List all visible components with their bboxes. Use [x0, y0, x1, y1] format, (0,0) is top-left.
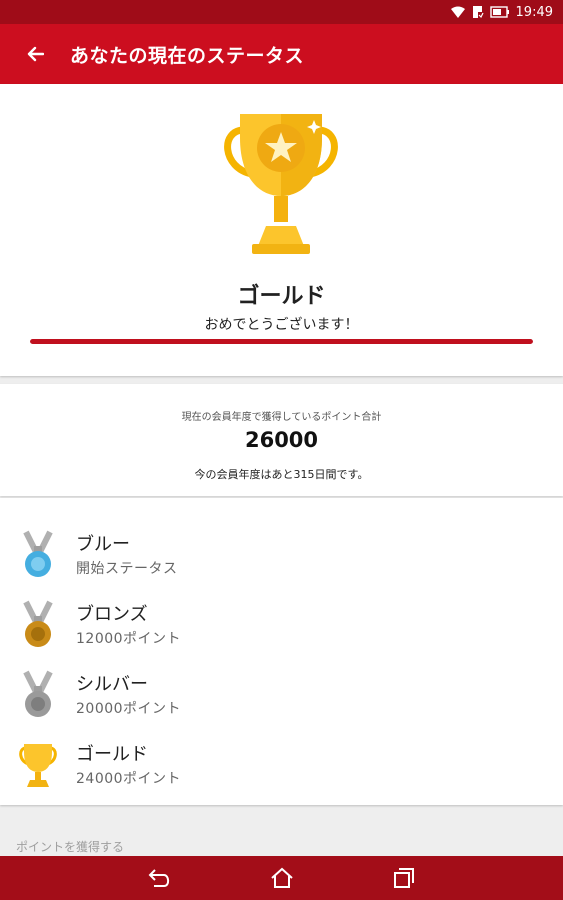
blue-medal-icon — [23, 530, 53, 577]
nav-back-button[interactable] — [145, 863, 175, 893]
list-item: ゴールド 24000ポイント — [0, 728, 563, 798]
bronze-medal-icon — [23, 600, 53, 647]
app-bar: あなたの現在のステータス — [0, 24, 563, 84]
nav-home-button[interactable] — [267, 863, 297, 893]
level-name: シルバー — [76, 674, 148, 695]
page-title: あなたの現在のステータス — [70, 44, 305, 67]
status-bar: 19:49 — [0, 0, 563, 24]
points-summary-card: 現在の会員年度で獲得しているポイント合計 26000 今の会員年度はあと315日… — [0, 384, 563, 496]
status-progress-fill — [30, 339, 533, 344]
earn-points-heading: ポイントを獲得する — [16, 840, 125, 854]
list-item: ブルー 開始ステータス — [0, 518, 563, 588]
congratulations-text: おめでとうございます！ — [204, 317, 359, 333]
back-button[interactable] — [0, 24, 70, 84]
nav-recents-button[interactable] — [389, 863, 419, 893]
level-requirement: 20000ポイント — [76, 701, 182, 717]
days-remaining-text: 今の会員年度はあと315日間です。 — [194, 468, 369, 481]
level-requirement: 開始ステータス — [76, 561, 178, 577]
system-nav-bar — [0, 856, 563, 900]
level-name: ブロンズ — [76, 604, 148, 625]
back-arrow-icon — [27, 46, 44, 62]
points-total: 26000 — [244, 428, 319, 452]
gold-trophy-icon — [19, 744, 57, 787]
notification-icon — [472, 5, 484, 19]
level-requirement: 24000ポイント — [76, 771, 182, 787]
back-icon — [148, 869, 169, 887]
clock: 19:49 — [515, 4, 553, 20]
level-requirement: 12000ポイント — [76, 631, 182, 647]
points-caption: 現在の会員年度で獲得しているポイント合計 — [181, 412, 382, 423]
level-name: ゴールド — [76, 744, 148, 765]
gold-trophy-icon — [224, 114, 338, 254]
current-level-name: ゴールド — [237, 284, 326, 309]
list-item: シルバー 20000ポイント — [0, 658, 563, 728]
levels-list: ブルー 開始ステータス ブロンズ 12000ポイント シルバー 20000ポイン… — [0, 498, 563, 805]
status-progress-bar — [30, 339, 533, 344]
recents-icon — [393, 868, 414, 888]
list-item: ブロンズ 12000ポイント — [0, 588, 563, 658]
silver-medal-icon — [23, 670, 53, 717]
level-name: ブルー — [76, 534, 130, 555]
current-status-card: ゴールド おめでとうございます！ — [0, 84, 563, 376]
battery-icon — [489, 6, 510, 18]
home-icon — [270, 867, 293, 888]
wifi-icon — [450, 5, 466, 19]
